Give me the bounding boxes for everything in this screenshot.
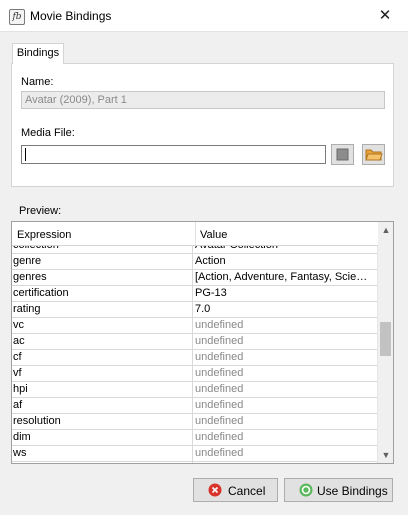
column-separator xyxy=(192,270,193,286)
table-row[interactable]: resolution undefined xyxy=(12,414,378,430)
expression-cell: resolution xyxy=(13,415,61,427)
column-separator xyxy=(192,286,193,302)
table-row[interactable]: af undefined xyxy=(12,398,378,414)
media-file-label: Media File: xyxy=(21,127,75,139)
media-file-input[interactable] xyxy=(21,145,326,164)
value-cell: undefined xyxy=(195,319,244,331)
value-cell: undefined xyxy=(195,399,244,411)
header-expression[interactable]: Expression xyxy=(17,229,71,241)
column-separator xyxy=(192,254,193,270)
value-cell: undefined xyxy=(195,415,244,427)
expression-cell: vf xyxy=(13,367,22,379)
window-title: Movie Bindings xyxy=(30,9,112,23)
value-cell: undefined xyxy=(195,335,244,347)
column-separator xyxy=(192,446,193,462)
scroll-down-icon[interactable]: ▼ xyxy=(378,447,393,463)
expression-cell: certification xyxy=(13,287,69,299)
title-bar: fb Movie Bindings ✕ xyxy=(0,0,408,32)
expression-cell: genres xyxy=(13,271,47,283)
expression-cell: af xyxy=(13,399,23,411)
header-separator xyxy=(195,222,196,246)
table-row[interactable]: hpi undefined xyxy=(12,382,378,398)
value-cell: undefined xyxy=(195,367,244,379)
table-body: collectionAvatar CollectiongenreActionge… xyxy=(12,238,378,464)
bindings-panel xyxy=(11,63,394,187)
check-circle-icon xyxy=(299,483,313,497)
browse-folder-button[interactable] xyxy=(362,144,385,165)
table-row[interactable]: genre Action xyxy=(12,254,378,270)
table-row[interactable]: cf undefined xyxy=(12,350,378,366)
column-separator xyxy=(192,350,193,366)
app-icon: fb xyxy=(9,9,25,25)
column-separator xyxy=(192,318,193,334)
tab-bindings[interactable]: Bindings xyxy=(12,43,64,64)
table-row[interactable]: rating 7.0 xyxy=(12,302,378,318)
value-cell: Action xyxy=(195,255,226,267)
column-separator xyxy=(192,382,193,398)
column-separator xyxy=(192,366,193,382)
expression-cell: ac xyxy=(13,335,25,347)
value-cell: PG-13 xyxy=(195,287,227,299)
column-separator xyxy=(192,398,193,414)
table-row[interactable]: certification PG-13 xyxy=(12,286,378,302)
value-cell: undefined xyxy=(195,463,375,464)
preview-table[interactable]: Expression Value collectionAvatar Collec… xyxy=(11,221,394,464)
expression-cell: hpi xyxy=(13,383,28,395)
value-cell: undefined xyxy=(195,351,244,363)
cancel-button[interactable]: Cancel xyxy=(193,478,278,502)
value-cell: 7.0 xyxy=(195,303,211,315)
expression-cell: genre xyxy=(13,255,42,267)
table-header: Expression Value xyxy=(12,222,378,246)
use-bindings-button[interactable]: Use Bindings xyxy=(284,478,393,502)
media-info-icon xyxy=(336,148,349,161)
preview-label: Preview: xyxy=(19,205,62,217)
table-row[interactable]: dim undefined xyxy=(12,430,378,446)
scroll-thumb[interactable] xyxy=(380,322,391,356)
table-row[interactable]: vf undefined xyxy=(12,366,378,382)
value-cell: [Action, Adventure, Fantasy, Scie… xyxy=(195,271,368,283)
table-row[interactable]: vc undefined xyxy=(12,318,378,334)
name-field: Avatar (2009), Part 1 xyxy=(21,91,385,109)
use-bindings-label: Use Bindings xyxy=(317,484,388,498)
table-row[interactable]: genres [Action, Adventure, Fantasy, Scie… xyxy=(12,270,378,286)
table-row[interactable]: hdundefined xyxy=(12,462,378,464)
folder-icon xyxy=(365,149,383,161)
text-caret xyxy=(25,148,26,161)
expression-cell: rating xyxy=(13,303,41,315)
expression-cell: cf xyxy=(13,351,22,363)
column-separator xyxy=(192,430,193,446)
value-cell: undefined xyxy=(195,383,244,395)
expression-cell: vc xyxy=(13,319,24,331)
cancel-label: Cancel xyxy=(228,484,266,498)
vertical-scrollbar[interactable]: ▲ ▼ xyxy=(377,222,393,463)
cancel-icon xyxy=(208,483,222,497)
close-button[interactable]: ✕ xyxy=(362,0,408,32)
name-label: Name: xyxy=(21,76,54,88)
column-separator xyxy=(192,462,193,463)
table-row[interactable]: ws undefined xyxy=(12,446,378,462)
value-cell: undefined xyxy=(195,431,244,443)
column-separator xyxy=(192,414,193,430)
scroll-up-icon[interactable]: ▲ xyxy=(378,222,393,238)
value-cell: undefined xyxy=(195,447,244,459)
media-info-button[interactable] xyxy=(331,144,354,165)
column-separator xyxy=(192,302,193,318)
table-row[interactable]: ac undefined xyxy=(12,334,378,350)
column-separator xyxy=(192,334,193,350)
expression-cell: ws xyxy=(13,447,27,459)
header-value[interactable]: Value xyxy=(200,229,227,241)
expression-cell: hd xyxy=(13,463,193,464)
expression-cell: dim xyxy=(13,431,31,443)
